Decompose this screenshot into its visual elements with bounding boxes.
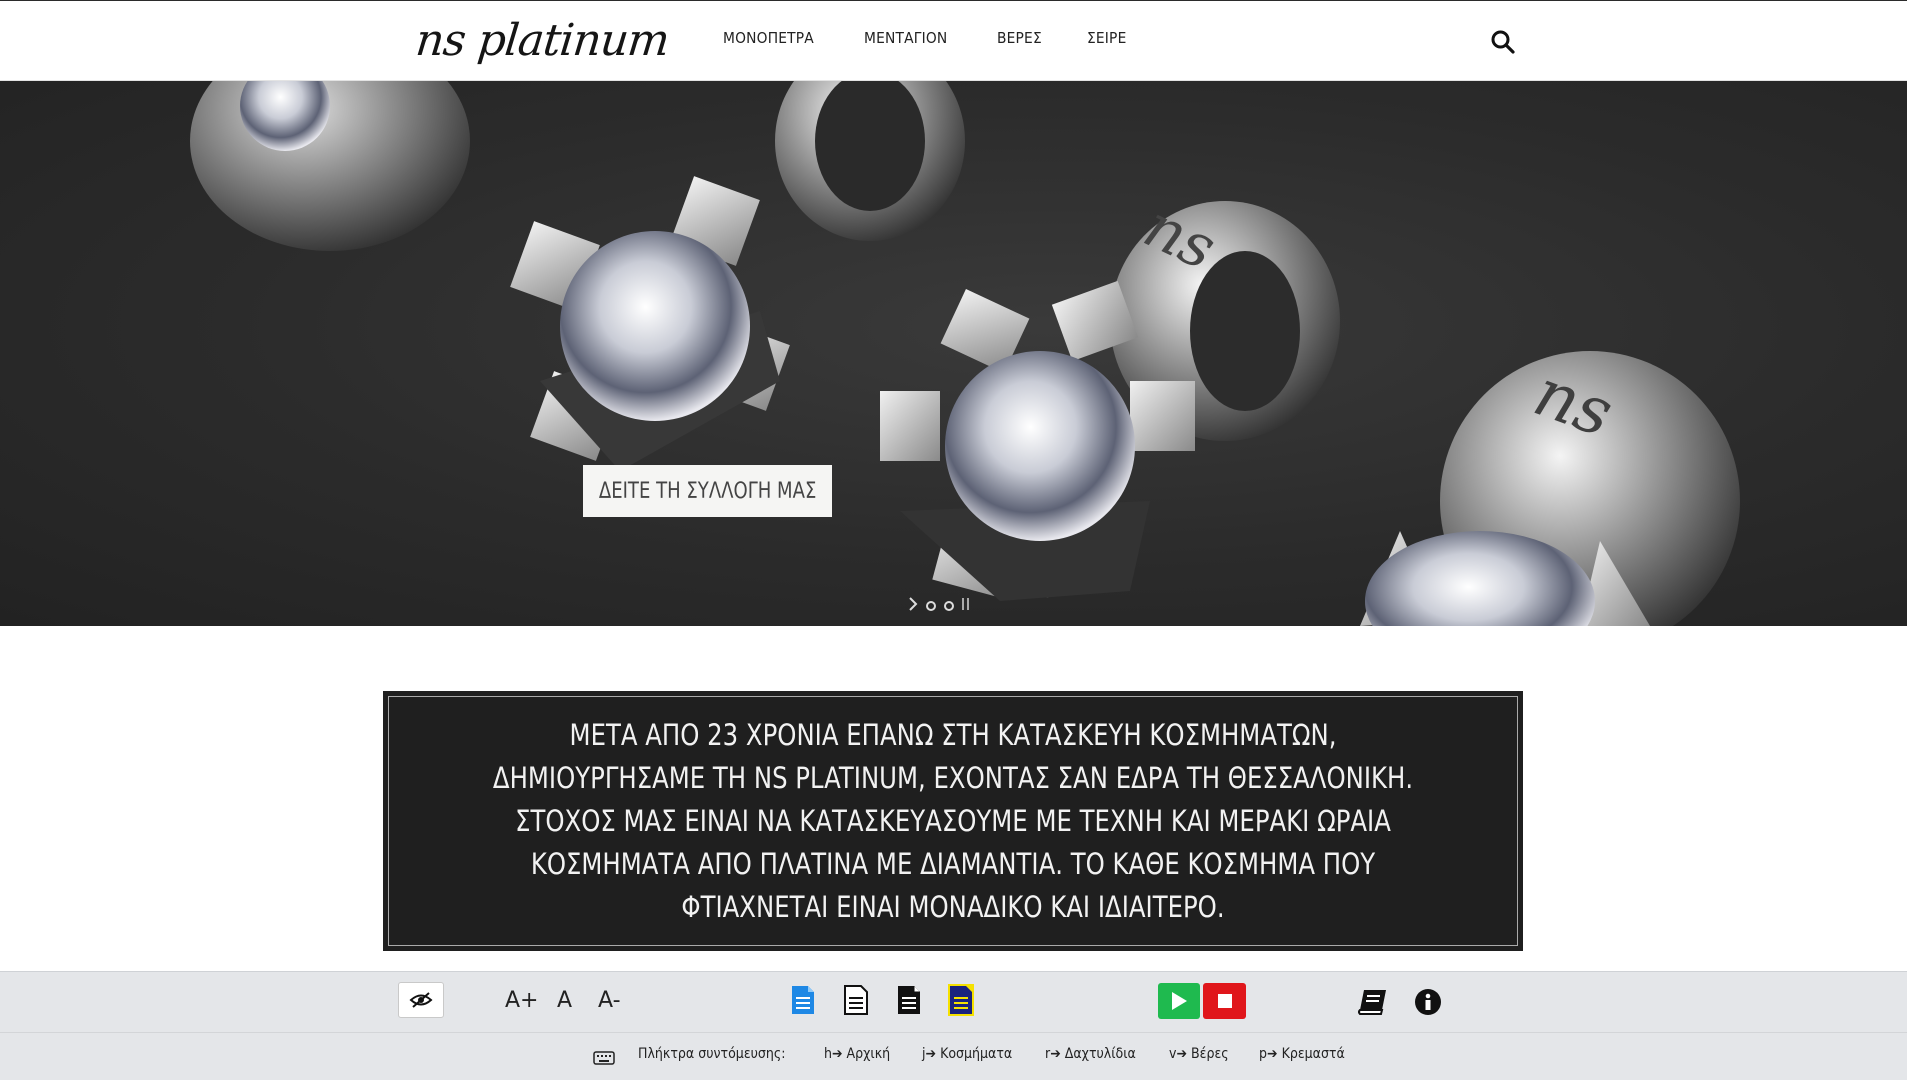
- play-icon: [1172, 992, 1187, 1010]
- search-icon[interactable]: [1490, 29, 1518, 57]
- view-collection-button[interactable]: ΔΕΙΤΕ ΤΗ ΣΥΛΛΟΓΗ ΜΑΣ: [583, 465, 832, 517]
- stop-icon: [1217, 994, 1232, 1008]
- shortcut-wedding-rings[interactable]: v➔ Βέρες: [1169, 1046, 1229, 1062]
- nav-item-mentagion[interactable]: ΜΕΝΤΑΓΙΟΝ: [864, 29, 947, 47]
- hero-jewelry-image: ns ns: [190, 81, 1740, 626]
- a11y-controls-row: A+ A A-: [0, 976, 1907, 1028]
- document-blue-icon[interactable]: [790, 984, 816, 1016]
- document-outline-icon[interactable]: [843, 984, 869, 1016]
- mission-box: ΜΕΤΑ ΑΠΟ 23 ΧΡΟΝΙΑ ΕΠΑΝΩ ΣΤΗ ΚΑΤΑΣΚΕΥΗ Κ…: [383, 691, 1523, 951]
- shortcut-pendants[interactable]: p➔ Κρεμαστά: [1259, 1046, 1345, 1062]
- shortcut-home[interactable]: h➔ Αρχική: [824, 1046, 890, 1062]
- shortcuts-label: Πλήκτρα συντόμευσης:: [638, 1046, 786, 1062]
- slide-dot-2[interactable]: [944, 600, 954, 611]
- hide-visibility-button[interactable]: [398, 982, 444, 1018]
- main-nav: ΜΟΝΟΠΕΤΡΑ ΜΕΝΤΑΓΙΟΝ ΒΕΡΕΣ ΣΕΙΡΕ: [723, 29, 1130, 47]
- font-reset-button[interactable]: A: [557, 988, 572, 1013]
- nav-item-seire[interactable]: ΣΕΙΡΕ: [1087, 29, 1126, 47]
- nav-item-veres[interactable]: ΒΕΡΕΣ: [997, 29, 1042, 47]
- book-icon[interactable]: [1358, 988, 1388, 1016]
- font-increase-button[interactable]: A+: [505, 988, 538, 1013]
- pause-icon[interactable]: [962, 598, 970, 613]
- next-icon[interactable]: [908, 597, 918, 614]
- accessibility-toolbar: A+ A A- Πλήκτρα συντόμευσης: h➔ Αρχική j…: [0, 971, 1907, 1080]
- view-collection-label: ΔΕΙΤΕ ΤΗ ΣΥΛΛΟΓΗ ΜΑΣ: [598, 478, 817, 504]
- slider-controls: [908, 597, 970, 614]
- play-button[interactable]: [1158, 983, 1200, 1019]
- info-icon[interactable]: [1414, 988, 1442, 1016]
- nav-item-monopetra[interactable]: ΜΟΝΟΠΕΤΡΑ: [723, 29, 814, 47]
- hero-slider: ns ns ΔΕΙΤΕ ΤΗ ΣΥΛΛΟΓΗ ΜΑΣ: [0, 81, 1907, 626]
- stop-button[interactable]: [1203, 983, 1246, 1019]
- font-decrease-button[interactable]: A-: [598, 988, 621, 1013]
- shortcut-jewelry[interactable]: j➔ Κοσμήματα: [922, 1046, 1012, 1062]
- shortcut-rings[interactable]: r➔ Δαχτυλίδια: [1045, 1046, 1136, 1062]
- slide-dot-1[interactable]: [926, 600, 936, 611]
- site-logo[interactable]: ns platinum: [413, 15, 671, 66]
- mission-text: ΜΕΤΑ ΑΠΟ 23 ΧΡΟΝΙΑ ΕΠΑΝΩ ΣΤΗ ΚΑΤΑΣΚΕΥΗ Κ…: [492, 717, 1414, 924]
- eye-slash-icon: [409, 992, 433, 1008]
- shortcuts-row: Πλήκτρα συντόμευσης: h➔ Αρχική j➔ Κοσμήμ…: [0, 1032, 1907, 1080]
- document-dark-icon[interactable]: [896, 984, 922, 1016]
- document-contrast-icon[interactable]: [948, 984, 974, 1016]
- keyboard-icon: [593, 1051, 615, 1065]
- site-header: ns platinum ΜΟΝΟΠΕΤΡΑ ΜΕΝΤΑΓΙΟΝ ΒΕΡΕΣ ΣΕ…: [0, 0, 1907, 81]
